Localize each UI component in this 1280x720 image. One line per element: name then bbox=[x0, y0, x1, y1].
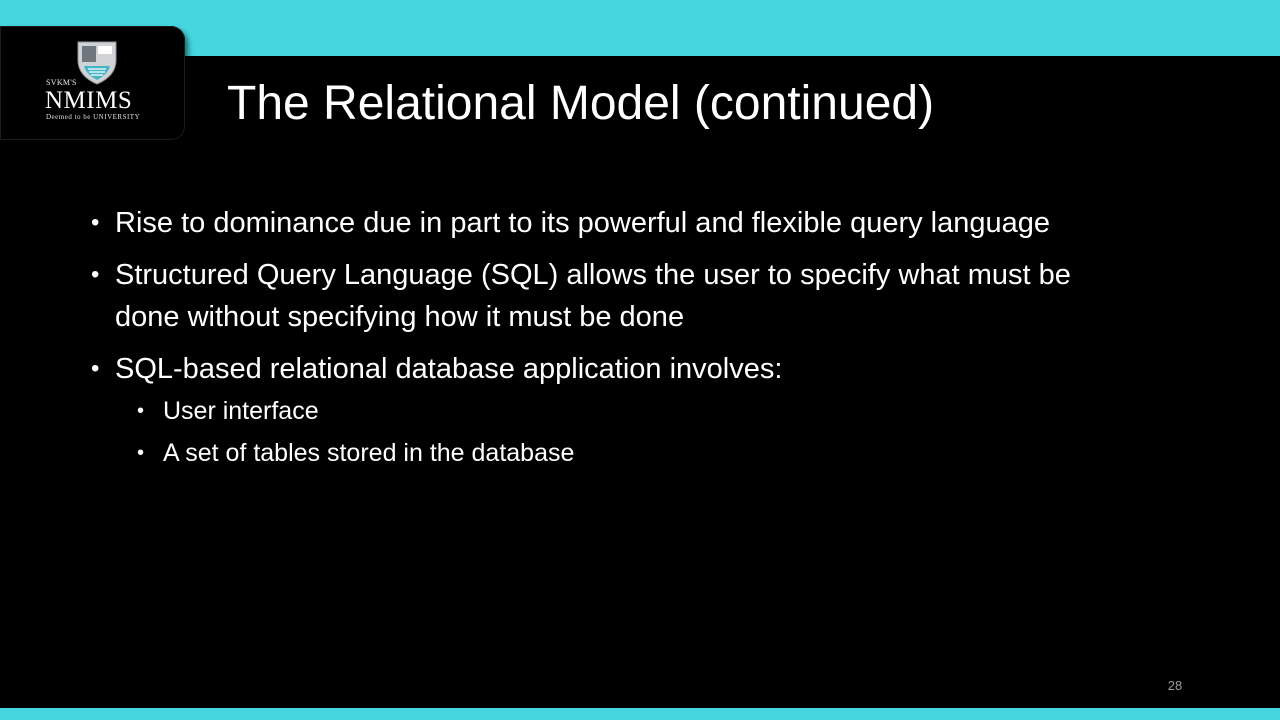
slide-content: • Rise to dominance due in part to its p… bbox=[90, 202, 1130, 474]
bullet-item: • SQL-based relational database applicat… bbox=[90, 348, 1130, 390]
logo-tagline-text: Deemed to be UNIVERSITY bbox=[46, 113, 141, 121]
bullet-dot-icon: • bbox=[91, 209, 100, 236]
bullet-dot-icon: • bbox=[137, 400, 145, 422]
bullet-dot-icon: • bbox=[91, 355, 100, 382]
bullet-text: Structured Query Language (SQL) allows t… bbox=[115, 259, 1071, 333]
sub-bullet-text: User interface bbox=[163, 397, 319, 425]
bullet-text: SQL-based relational database applicatio… bbox=[115, 353, 783, 385]
bottom-accent-band bbox=[0, 708, 1280, 720]
bullet-dot-icon: • bbox=[137, 442, 145, 464]
sub-bullet-item: • User interface bbox=[90, 390, 1130, 432]
logo-name-text: NMIMS bbox=[45, 87, 133, 114]
shield-emblem-icon bbox=[77, 41, 117, 85]
sub-bullet-item: • A set of tables stored in the database bbox=[90, 432, 1130, 474]
slide-title: The Relational Model (continued) bbox=[227, 77, 935, 130]
bullet-text: Rise to dominance due in part to its pow… bbox=[115, 207, 1051, 239]
bullet-list: • Rise to dominance due in part to its p… bbox=[90, 202, 1130, 390]
sub-bullet-list: • User interface • A set of tables store… bbox=[90, 390, 1130, 474]
top-accent-band bbox=[0, 0, 1280, 56]
bullet-item: • Rise to dominance due in part to its p… bbox=[90, 202, 1130, 244]
page-number: 28 bbox=[1167, 678, 1183, 693]
sub-bullet-text: A set of tables stored in the database bbox=[163, 439, 575, 467]
bullet-dot-icon: • bbox=[91, 261, 100, 288]
bullet-item: • Structured Query Language (SQL) allows… bbox=[90, 254, 1130, 338]
university-logo: SVKM'S NMIMS Deemed to be UNIVERSITY bbox=[0, 26, 185, 140]
